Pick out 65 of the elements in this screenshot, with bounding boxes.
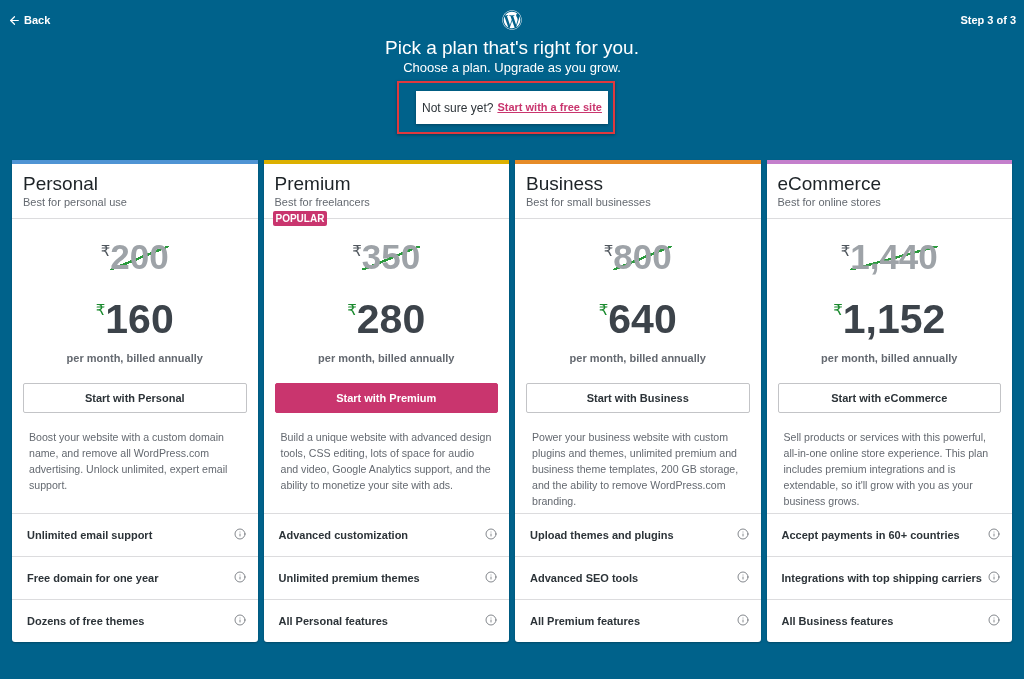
billing-note: per month, billed annually xyxy=(65,351,204,365)
free-site-link[interactable]: Start with a free site xyxy=(497,99,602,116)
prompt-text: Not sure yet? xyxy=(422,99,494,117)
plan-tagline: Best for personal use xyxy=(23,195,128,209)
feature-label: Free domain for one year xyxy=(27,570,159,586)
feature-label: Dozens of free themes xyxy=(27,613,145,629)
info-icon[interactable] xyxy=(485,570,497,583)
feature-label: Advanced SEO tools xyxy=(530,570,639,586)
plan-name: eCommerce xyxy=(777,173,882,195)
feature-label: Upload themes and plugins xyxy=(530,527,674,543)
plan-tagline: Best for online stores xyxy=(777,195,882,209)
plan-price: 640 xyxy=(608,295,677,343)
start-plan-button[interactable]: Start with Premium xyxy=(274,383,498,413)
start-plan-button[interactable]: Start with Business xyxy=(526,383,750,413)
back-button[interactable]: Back xyxy=(8,11,51,29)
page-subtitle: Choose a plan. Upgrade as you grow. xyxy=(402,60,622,76)
currency-symbol: ₹ xyxy=(833,301,843,319)
currency-symbol: ₹ xyxy=(352,242,362,260)
start-plan-button[interactable]: Start with Personal xyxy=(23,383,247,413)
feature-label: Unlimited premium themes xyxy=(278,570,420,586)
feature-label: Accept payments in 60+ countries xyxy=(781,527,960,543)
info-icon[interactable] xyxy=(736,613,749,626)
billing-note: per month, billed annually xyxy=(317,351,456,365)
popular-badge: POPULAR xyxy=(272,211,328,226)
currency-symbol: ₹ xyxy=(347,301,357,319)
info-icon[interactable] xyxy=(233,613,246,626)
info-icon[interactable] xyxy=(736,570,749,583)
step-indicator: Step 3 of 3 xyxy=(960,12,1016,28)
feature-label: All Business features xyxy=(781,613,894,629)
arrow-left-icon xyxy=(8,13,21,27)
feature-label: All Premium features xyxy=(530,613,641,629)
plan-description: Sell products or services with this powerful, all-in-one online store experience. This plan includes premium integrations and is extendable, so it'll grow with you as your business grows. xyxy=(782,430,990,509)
plan-name: Business xyxy=(526,173,605,195)
billing-note: per month, billed annually xyxy=(568,351,707,365)
currency-symbol: ₹ xyxy=(840,242,851,260)
currency-symbol: ₹ xyxy=(603,242,614,260)
plan-price: 160 xyxy=(105,295,174,343)
currency-symbol: ₹ xyxy=(598,301,609,319)
plan-tagline: Best for freelancers xyxy=(274,195,371,209)
info-icon[interactable] xyxy=(988,570,1000,583)
info-icon[interactable] xyxy=(485,527,497,540)
start-plan-button[interactable]: Start with eCommerce xyxy=(777,383,1001,413)
currency-symbol: ₹ xyxy=(95,301,106,319)
plan-price: 1,152 xyxy=(842,295,946,343)
info-icon[interactable] xyxy=(233,527,246,540)
plan-name: Premium xyxy=(274,173,352,195)
billing-note: per month, billed annually xyxy=(820,351,959,365)
feature-label: Advanced customization xyxy=(278,527,409,543)
info-icon[interactable] xyxy=(988,613,1000,626)
info-icon[interactable] xyxy=(736,527,749,540)
plan-tagline: Best for small businesses xyxy=(526,195,652,209)
plan-name: Personal xyxy=(23,173,99,195)
feature-label: Unlimited email support xyxy=(27,527,153,543)
plan-description: Boost your website with a custom domain name, and remove all WordPress.com advertising. Unlock unlimited, expert email support. xyxy=(28,430,229,493)
info-icon[interactable] xyxy=(485,613,497,626)
plan-description: Build a unique website with advanced design tools, CSS editing, lots of space for audio and video, Google Analytics support, and the ability to monetize your site with ads. xyxy=(279,430,493,493)
page-title: Pick a plan that's right for you. xyxy=(384,36,640,60)
logo-icon xyxy=(502,10,522,30)
feature-label: All Personal features xyxy=(278,613,388,629)
plan-price: 280 xyxy=(356,295,426,343)
plan-description: Power your business website with custom plugins and themes, unlimited premium and business theme templates, 200 GB storage, and the ability to remove WordPress.com branding. xyxy=(531,430,740,509)
info-icon[interactable] xyxy=(233,570,246,583)
feature-label: Integrations with top shipping carriers xyxy=(781,570,982,586)
currency-symbol: ₹ xyxy=(100,242,111,260)
info-icon[interactable] xyxy=(988,527,1000,540)
